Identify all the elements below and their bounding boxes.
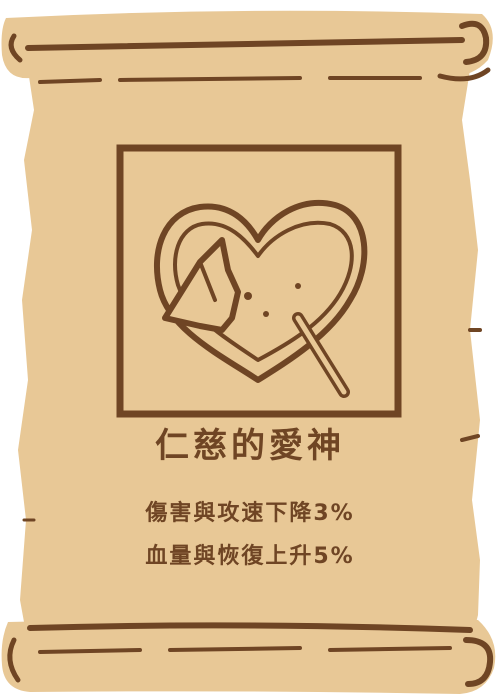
parchment-scroll — [1, 10, 496, 694]
effect-line-health: 血量與恢復上升5% — [145, 544, 355, 569]
skill-card: 仁慈的愛神 傷害與攻速下降3% 血量與恢復上升5% — [0, 0, 500, 700]
card-title: 仁慈的愛神 — [155, 426, 345, 466]
effect-line-damage: 傷害與攻速下降3% — [145, 501, 355, 526]
